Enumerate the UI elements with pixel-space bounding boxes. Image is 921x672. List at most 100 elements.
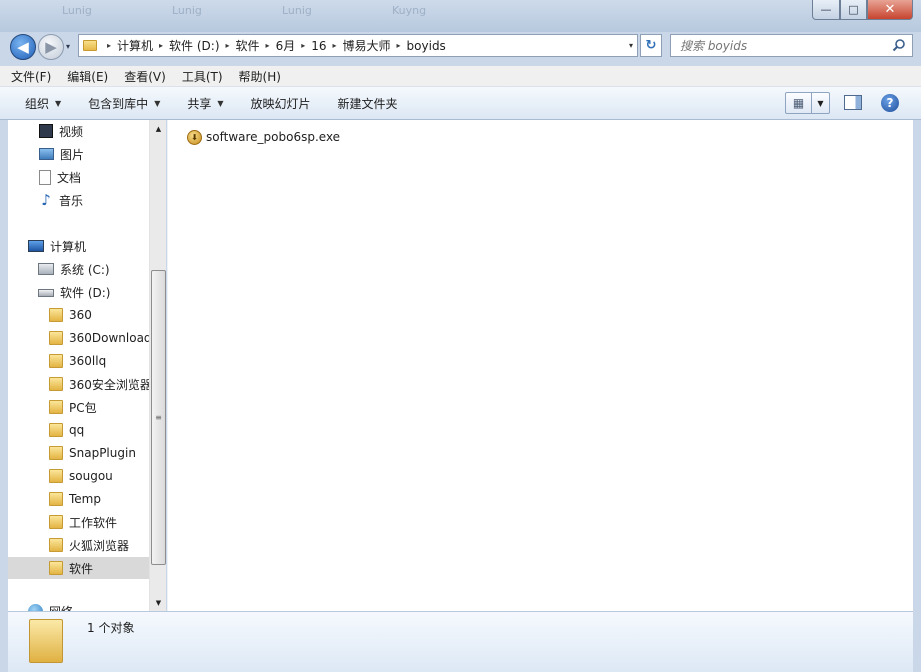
- folder-icon: [49, 469, 63, 483]
- tree-item-folder[interactable]: PC包: [49, 396, 97, 418]
- preview-pane-icon[interactable]: [844, 95, 862, 110]
- folder-icon: [49, 400, 63, 414]
- back-button[interactable]: ◀: [10, 34, 36, 60]
- tree-item-label: 视频: [59, 124, 84, 139]
- folder-icon: [49, 492, 63, 506]
- breadcrumb-label[interactable]: 软件: [236, 37, 260, 54]
- tree-item-documents[interactable]: 文档: [39, 166, 81, 188]
- tree-item-pictures[interactable]: 图片: [39, 143, 84, 165]
- tree-item-drive-c[interactable]: 系统 (C:): [38, 258, 110, 280]
- breadcrumb-item[interactable]: ▸ 计算机: [101, 37, 153, 54]
- chevron-down-icon: ▼: [55, 98, 62, 108]
- menu-edit[interactable]: 编辑(E): [67, 68, 108, 85]
- tree-item-videos[interactable]: 视频: [39, 120, 83, 142]
- menu-tools[interactable]: 工具(T): [182, 68, 223, 85]
- tree-item-folder[interactable]: 火狐浏览器: [49, 534, 129, 556]
- breadcrumb-item[interactable]: ▸ 软件: [220, 37, 260, 54]
- change-view-button[interactable]: ▦ ▼: [785, 92, 830, 114]
- address-dropdown-icon[interactable]: ▾: [629, 41, 633, 50]
- tree-item-folder[interactable]: 360Download: [49, 327, 152, 349]
- tree-item-label: 360安全浏览器: [69, 377, 152, 392]
- breadcrumb-separator-icon[interactable]: ▸: [301, 41, 305, 50]
- navigation-row: ◀ ▶ ▾ ▸ 计算机 ▸ 软件 (D:) ▸ 软件 ▸ 6月 ▸ 16 ▸ 博易大师 ▸ b…: [0, 30, 921, 64]
- folder-icon: [49, 354, 63, 368]
- tree-item-folder[interactable]: 360: [49, 304, 92, 326]
- search-box[interactable]: [670, 34, 913, 57]
- tree-item-folder[interactable]: 360安全浏览器: [49, 373, 152, 395]
- navigation-pane: 视频 图片 文档 ♪ 音乐 计算机 系统 (C:) 软件 (D:) 360 360…: [8, 120, 166, 611]
- breadcrumb-label[interactable]: 计算机: [117, 37, 153, 54]
- breadcrumb-label[interactable]: 博易大师: [343, 37, 391, 54]
- folder-icon: [49, 308, 63, 322]
- maximize-button[interactable]: □: [840, 0, 867, 20]
- scroll-down-icon[interactable]: ▼: [150, 594, 167, 611]
- tree-item-label: sougou: [69, 469, 113, 483]
- tree-item-music[interactable]: ♪ 音乐: [39, 189, 83, 211]
- close-button[interactable]: ✕: [867, 0, 913, 20]
- tree-item-label: SnapPlugin: [69, 446, 136, 460]
- minimize-icon: —: [820, 3, 832, 16]
- tree-item-computer[interactable]: 计算机: [28, 235, 86, 257]
- folder-icon: [49, 561, 63, 575]
- nav-pane-scrollbar[interactable]: ▲ ≡ ▼: [149, 120, 166, 611]
- breadcrumb-separator-icon[interactable]: ▸: [397, 41, 401, 50]
- breadcrumb-separator-icon[interactable]: ▸: [226, 41, 230, 50]
- title-bar: Lunig Lunig Lunig Kuyng — □ ✕: [0, 0, 921, 32]
- tree-item-folder[interactable]: qq: [49, 419, 84, 441]
- help-icon[interactable]: ?: [881, 94, 899, 112]
- tree-item-label: Temp: [69, 492, 101, 506]
- breadcrumb-separator-icon[interactable]: ▸: [107, 41, 111, 50]
- tree-item-folder[interactable]: 工作软件: [49, 511, 117, 533]
- tree-item-folder[interactable]: SnapPlugin: [49, 442, 136, 464]
- breadcrumb-separator-icon[interactable]: ▸: [159, 41, 163, 50]
- breadcrumb-label[interactable]: boyids: [407, 39, 446, 53]
- chevron-down-icon[interactable]: ▼: [812, 93, 829, 113]
- recent-pages-dropdown[interactable]: ▾: [66, 42, 70, 51]
- view-icon[interactable]: ▦: [786, 93, 812, 113]
- breadcrumb-label[interactable]: 16: [311, 39, 326, 53]
- background-ghost-label: Lunig: [172, 4, 202, 17]
- refresh-button[interactable]: ↻: [640, 34, 662, 57]
- breadcrumb-item[interactable]: ▸ boyids: [391, 39, 446, 53]
- scroll-thumb[interactable]: ≡: [151, 270, 166, 565]
- menu-file[interactable]: 文件(F): [11, 68, 51, 85]
- tree-item-label: 计算机: [50, 239, 87, 254]
- address-bar[interactable]: ▸ 计算机 ▸ 软件 (D:) ▸ 软件 ▸ 6月 ▸ 16 ▸ 博易大师 ▸ boyids …: [78, 34, 638, 57]
- menu-help[interactable]: 帮助(H): [239, 68, 281, 85]
- menu-view[interactable]: 查看(V): [124, 68, 166, 85]
- network-icon: [28, 603, 43, 611]
- tree-item-label: 图片: [60, 147, 85, 162]
- tree-item-folder[interactable]: sougou: [49, 465, 113, 487]
- breadcrumb-item[interactable]: ▸ 博易大师: [327, 37, 391, 54]
- breadcrumb-item[interactable]: ▸ 6月: [260, 37, 296, 54]
- search-icon[interactable]: [892, 38, 906, 52]
- minimize-button[interactable]: —: [812, 0, 840, 20]
- tree-item-label: 网络: [49, 603, 73, 612]
- scroll-up-icon[interactable]: ▲: [150, 120, 167, 137]
- organize-button[interactable]: 组织 ▼: [25, 95, 61, 112]
- forward-button[interactable]: ▶: [38, 34, 64, 60]
- tree-item-folder[interactable]: Temp: [49, 488, 101, 510]
- chevron-down-icon: ▼: [217, 98, 224, 108]
- new-folder-button[interactable]: 新建文件夹: [338, 95, 398, 112]
- breadcrumb-separator-icon[interactable]: ▸: [266, 41, 270, 50]
- tree-item-network[interactable]: 网络: [28, 600, 73, 611]
- include-in-library-button[interactable]: 包含到库中 ▼: [88, 95, 160, 112]
- breadcrumb-separator-icon[interactable]: ▸: [333, 41, 337, 50]
- file-item[interactable]: ⬇ software_pobo6sp.exe: [187, 128, 340, 146]
- refresh-icon: ↻: [645, 38, 657, 53]
- tree-item-drive-d[interactable]: 软件 (D:): [38, 281, 110, 303]
- picture-library-icon: [39, 148, 54, 160]
- tree-item-label: 工作软件: [69, 515, 118, 530]
- share-button[interactable]: 共享 ▼: [187, 95, 223, 112]
- tree-item-label: 360Download: [69, 331, 152, 345]
- breadcrumb-label[interactable]: 软件 (D:): [169, 37, 219, 54]
- tree-item-folder[interactable]: 360llq: [49, 350, 106, 372]
- tree-item-folder-selected[interactable]: 软件: [8, 557, 149, 579]
- tree-item-label: PC包: [69, 400, 97, 415]
- breadcrumb-item[interactable]: ▸ 16: [295, 39, 326, 53]
- breadcrumb-label[interactable]: 6月: [276, 37, 296, 54]
- breadcrumb-item[interactable]: ▸ 软件 (D:): [153, 37, 219, 54]
- slideshow-button[interactable]: 放映幻灯片: [251, 95, 311, 112]
- search-input[interactable]: [680, 38, 880, 53]
